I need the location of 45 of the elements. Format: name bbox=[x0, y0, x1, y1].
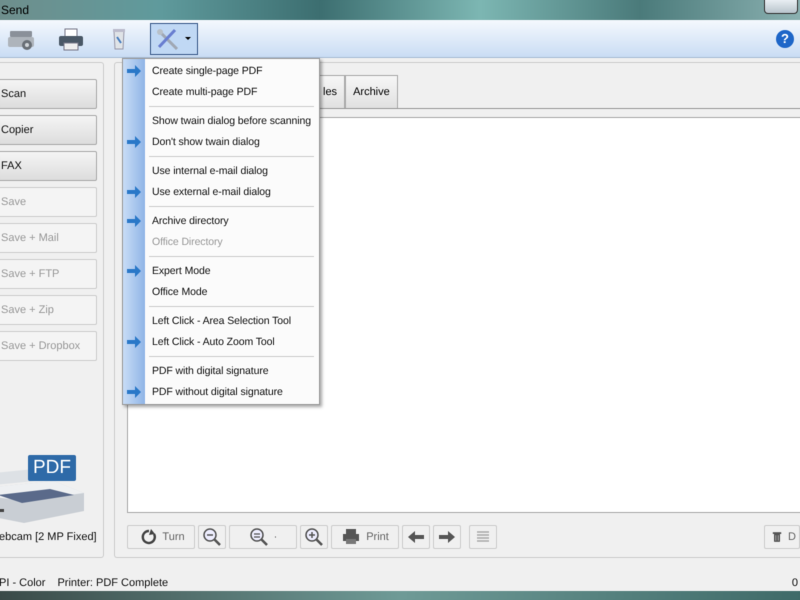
arrow-icon bbox=[127, 136, 141, 148]
menu-item[interactable]: PDF without digital signature bbox=[123, 382, 319, 402]
delete-button[interactable]: D bbox=[764, 525, 800, 549]
arrow-icon bbox=[127, 215, 141, 228]
arrow-icon bbox=[127, 386, 141, 398]
zoom-in-button[interactable] bbox=[300, 525, 328, 549]
window-title: Send bbox=[0, 2, 30, 17]
window-button[interactable] bbox=[764, 0, 798, 14]
menu-item[interactable]: Show twain dialog before scanning bbox=[123, 111, 319, 132]
menu-item[interactable]: PDF with digital signature bbox=[123, 361, 319, 382]
zoom-out-button[interactable] bbox=[198, 525, 226, 549]
arrow-icon bbox=[127, 186, 141, 198]
menu-item[interactable]: Left Click - Auto Zoom Tool bbox=[123, 332, 319, 352]
turn-button[interactable]: Turn bbox=[127, 525, 195, 549]
menu-item[interactable]: Don't show twain dialog bbox=[123, 132, 319, 152]
next-button[interactable] bbox=[433, 525, 461, 549]
zoom-button[interactable]: · bbox=[229, 525, 297, 549]
arrow-icon bbox=[127, 65, 141, 78]
status-text: Printer: PDF Complete bbox=[57, 576, 168, 588]
menu-item[interactable]: Left Click - Area Selection Tool bbox=[123, 311, 319, 332]
action-button[interactable]: Copier bbox=[0, 115, 97, 145]
caret-icon bbox=[185, 37, 191, 40]
tools-icon bbox=[155, 26, 181, 50]
help-button[interactable]: ? bbox=[776, 30, 794, 48]
prev-button[interactable] bbox=[402, 525, 430, 549]
status-text: 0 bbox=[792, 576, 798, 588]
print-button[interactable]: Print bbox=[331, 525, 399, 549]
menu-item[interactable]: Office Mode bbox=[123, 282, 319, 302]
zoom-icon bbox=[248, 527, 269, 547]
pdf-badge: PDF bbox=[28, 455, 76, 481]
arrow-icon bbox=[127, 265, 141, 278]
printer-icon bbox=[341, 527, 362, 547]
zoom-out-icon bbox=[202, 527, 222, 547]
zoom-in-icon bbox=[304, 527, 324, 547]
tab[interactable]: Archive bbox=[345, 75, 398, 108]
arrow-icon bbox=[127, 336, 141, 348]
menu-item[interactable]: Use external e-mail dialog bbox=[123, 182, 319, 202]
menu-item[interactable]: Expert Mode bbox=[123, 261, 319, 282]
menu-item[interactable]: Archive directory bbox=[123, 211, 319, 232]
printer-icon bbox=[57, 26, 85, 50]
action-button[interactable]: FAX bbox=[0, 151, 97, 181]
action-button[interactable]: Scan bbox=[0, 79, 97, 109]
tools-button[interactable] bbox=[150, 22, 198, 54]
status-text: PI - Color bbox=[0, 576, 46, 588]
menu-item[interactable]: Use internal e-mail dialog bbox=[123, 161, 319, 182]
